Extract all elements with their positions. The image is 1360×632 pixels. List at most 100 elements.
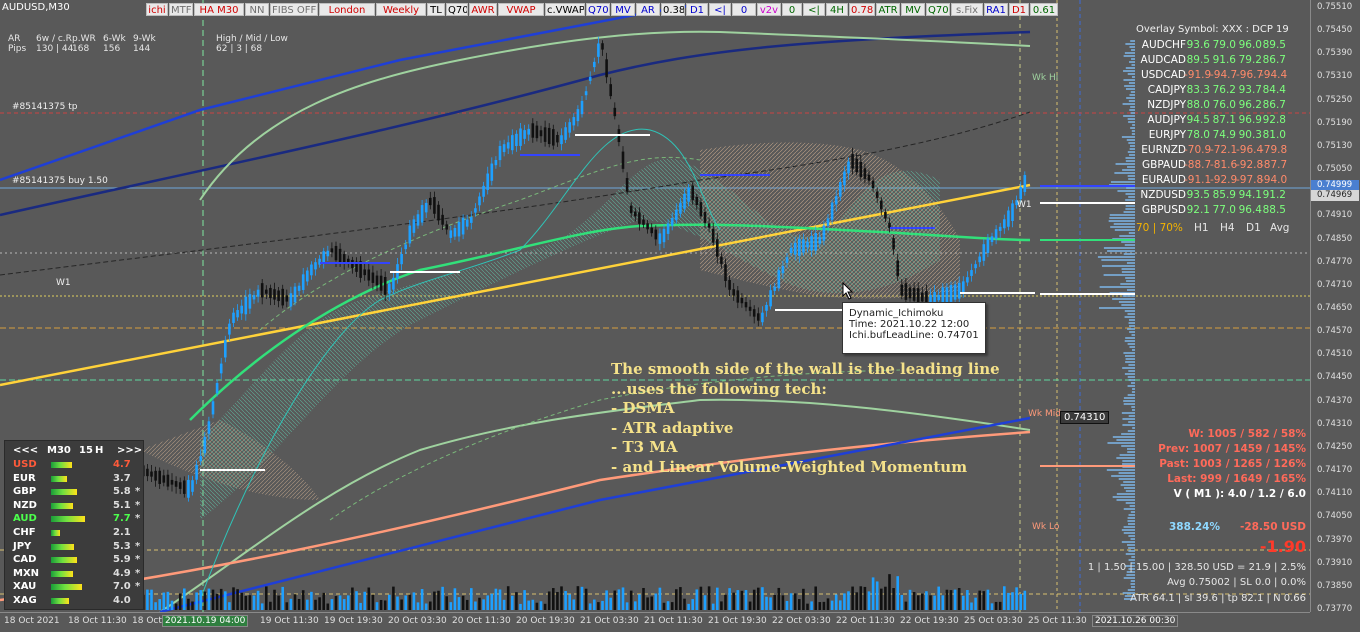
overlay-symbol: NZDJPY	[1147, 99, 1186, 111]
volume-profile-bar	[1117, 190, 1135, 192]
volume-profile-bar	[1128, 232, 1135, 234]
volume-profile-bar	[1130, 538, 1135, 540]
volume-bar	[318, 597, 321, 610]
chart-annotation: The smooth side of the wall is the leadi…	[611, 360, 1000, 477]
strength-prev-button[interactable]: <<<	[13, 445, 38, 456]
volume-bar	[375, 602, 379, 610]
volume-profile-bar	[1131, 556, 1135, 558]
toolbar-button-10[interactable]: VWAP	[498, 3, 544, 16]
toolbar-button-17[interactable]: <|	[709, 3, 731, 16]
volume-bar	[785, 600, 789, 610]
toolbar-button-18[interactable]: 0	[732, 3, 756, 16]
toolbar-button-26[interactable]: Q70	[926, 3, 950, 16]
time-axis[interactable]: 18 Oct 202118 Oct 11:3018 Oct 19:302021.…	[0, 612, 1310, 632]
volume-bar	[814, 586, 817, 610]
overlay-value: 89.5	[1186, 54, 1210, 66]
volume-profile-bar	[1130, 106, 1135, 108]
time-tick: 2021.10.19 04:00	[162, 615, 249, 627]
toolbar-button-8[interactable]: Q70	[446, 3, 468, 16]
volume-profile-bar	[1107, 250, 1135, 252]
toolbar-button-2[interactable]: HA M30	[194, 3, 244, 16]
volume-profile-bar	[1124, 316, 1135, 318]
volume-profile-bar	[1123, 70, 1135, 72]
price-chart[interactable]	[0, 0, 1310, 612]
toolbar-button-15[interactable]: 0.38	[661, 3, 685, 16]
toolbar-button-13[interactable]: MV	[611, 3, 635, 16]
toolbar-button-29[interactable]: D1	[1009, 3, 1029, 16]
overlay-value: 94.5	[1186, 114, 1210, 126]
toolbar-button-23[interactable]: 0.78	[849, 3, 875, 16]
overlay-symbol: AUDCAD	[1140, 54, 1186, 66]
volume-profile-bar	[1129, 46, 1135, 48]
annotation-line: - DSMA	[611, 399, 675, 417]
toolbar-button-3[interactable]: NN	[245, 3, 269, 16]
overlay-value: 92.8	[1262, 114, 1286, 126]
toolbar-button-11[interactable]: c.VWAP	[545, 3, 585, 16]
toolbar-button-1[interactable]: MTF	[169, 3, 193, 16]
volume-profile-bar	[1121, 241, 1135, 243]
tp-order-label[interactable]: #85141375 tp	[12, 102, 77, 112]
volume-profile-bar	[1099, 286, 1135, 288]
strength-currency: EUR	[13, 472, 36, 484]
volume-bar	[379, 599, 383, 610]
time-tick: 22 Oct 11:30	[836, 616, 895, 626]
toolbar-button-6[interactable]: Weekly	[376, 3, 426, 16]
volume-bar	[851, 586, 854, 610]
chart-window[interactable]: AUDUSD,M30 ichi MTF HA M30 NN FIBS OFF London…	[0, 0, 1360, 632]
volume-bar	[793, 593, 797, 610]
volume-bar	[342, 599, 346, 610]
volume-bar	[191, 601, 194, 610]
volume-profile-bar	[1127, 451, 1135, 453]
overlay-row: NZDUSD 93.5 85.9 94.1 91.2	[1136, 189, 1308, 204]
toolbar-button-24[interactable]: ATR	[876, 3, 900, 16]
price-tick: 0.75510	[1317, 2, 1353, 12]
strength-currency: XAG	[13, 595, 37, 606]
toolbar-button-14[interactable]: AR	[636, 3, 660, 16]
toolbar-button-21[interactable]: <|	[803, 3, 825, 16]
toolbar-button-25[interactable]: MV	[901, 3, 925, 16]
volume-profile-bar	[1123, 508, 1135, 510]
volume-profile-bar	[1122, 367, 1135, 369]
volume-histogram	[142, 574, 1027, 610]
volume-profile-bar	[1124, 52, 1135, 54]
toolbar-button-12[interactable]: Q70	[586, 3, 610, 16]
volume-profile-bar	[1131, 49, 1135, 51]
time-tick: 18 Oct 2021	[4, 616, 60, 626]
range-info-cell: 130 | 44	[36, 44, 74, 54]
toolbar-button-19[interactable]: v2v	[757, 3, 781, 16]
volume-bar	[711, 603, 715, 610]
toolbar-button-7[interactable]: TL	[427, 3, 445, 16]
toolbar-button-27[interactable]: s.Fix	[951, 3, 983, 16]
volume-profile-bar	[1128, 322, 1135, 324]
volume-profile-bar	[1115, 163, 1135, 165]
strength-bar	[51, 502, 74, 509]
toolbar-button-5[interactable]: London	[319, 3, 375, 16]
toolbar-button-16[interactable]: D1	[686, 3, 708, 16]
toolbar-button-4[interactable]: FIBS OFF	[270, 3, 318, 16]
toolbar-button-22[interactable]: 4H	[826, 3, 848, 16]
volume-bar	[260, 603, 264, 610]
toolbar-button-0[interactable]: ichi	[146, 3, 168, 16]
volume-bar	[584, 588, 588, 610]
volume-bar	[1019, 594, 1022, 610]
volume-bar	[572, 599, 576, 610]
volume-bar	[158, 599, 161, 610]
volume-bar	[912, 592, 916, 610]
volume-profile-bar	[1121, 541, 1135, 543]
toolbar-button-20[interactable]: 0	[782, 3, 802, 16]
volume-bar	[404, 595, 407, 610]
volume-bar	[420, 589, 424, 610]
toolbar-button-30[interactable]: 0.61	[1030, 3, 1058, 16]
toolbar-button-9[interactable]: AWR	[469, 3, 497, 16]
buy-order-label[interactable]: #85141375 buy 1.50	[12, 176, 108, 186]
volume-profile-bar	[1123, 481, 1135, 483]
price-axis[interactable]: 0.75510 0.75450 0.75390 0.75310 0.75250 0.751…	[1310, 0, 1360, 614]
volume-bar	[576, 586, 580, 610]
overlay-value: -94.4	[1260, 69, 1288, 81]
toolbar-button-28[interactable]: RA1	[984, 3, 1008, 16]
overlay-value: 86.7	[1262, 54, 1286, 66]
strength-next-button[interactable]: >>>	[117, 445, 142, 456]
volume-profile-bar	[1128, 421, 1135, 423]
volume-profile-bar	[1121, 268, 1135, 270]
strength-value: 2.1	[113, 527, 131, 538]
